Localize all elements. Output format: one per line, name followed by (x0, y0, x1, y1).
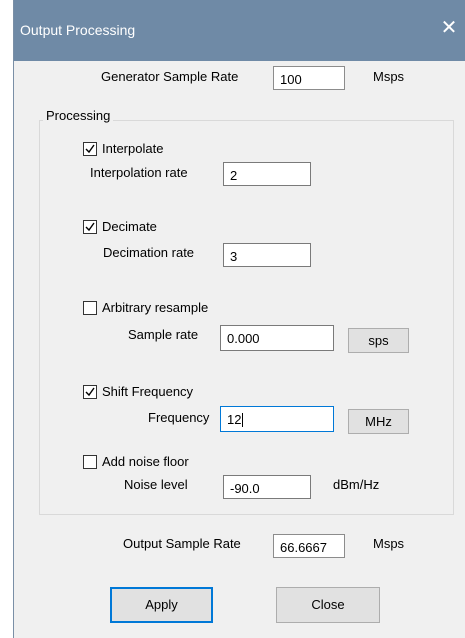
check-icon (85, 144, 95, 154)
title-bar: Output Processing ✕ (14, 0, 465, 61)
processing-group-label: Processing (43, 108, 114, 123)
close-button[interactable]: Close (276, 587, 380, 623)
noise-level-label: Noise level (124, 477, 188, 492)
interpolate-checkbox[interactable] (83, 142, 97, 156)
decimate-label[interactable]: Decimate (102, 219, 157, 234)
sample-rate-field[interactable]: 0.000 (220, 325, 334, 351)
noise-level-field[interactable]: -90.0 (223, 475, 311, 499)
arbitrary-resample-label[interactable]: Arbitrary resample (102, 300, 208, 315)
shift-frequency-label[interactable]: Shift Frequency (102, 384, 193, 399)
apply-button[interactable]: Apply (110, 587, 213, 623)
sps-unit-button[interactable]: sps (348, 328, 409, 353)
output-processing-dialog: Output Processing ✕ Generator Sample Rat… (13, 0, 465, 638)
dialog-title: Output Processing (20, 22, 136, 38)
shift-frequency-checkbox[interactable] (83, 385, 97, 399)
arbitrary-resample-checkbox[interactable] (83, 301, 97, 315)
decimate-checkbox[interactable] (83, 220, 97, 234)
interpolation-rate-label: Interpolation rate (90, 165, 188, 180)
decimation-rate-label: Decimation rate (103, 245, 195, 260)
frequency-value: 12 (227, 412, 242, 427)
check-icon (85, 387, 95, 397)
frequency-label: Frequency (148, 410, 210, 425)
generator-unit-label: Msps (373, 69, 405, 84)
add-noise-floor-checkbox[interactable] (83, 455, 97, 469)
interpolation-rate-field[interactable]: 2 (223, 162, 311, 186)
text-caret (242, 413, 244, 427)
noise-level-unit-label: dBm/Hz (333, 477, 380, 492)
output-sample-rate-field[interactable]: 66.6667 (273, 534, 345, 558)
generator-sample-rate-field[interactable]: 100 (273, 66, 345, 90)
sample-rate-label: Sample rate (128, 327, 199, 342)
close-icon[interactable]: ✕ (437, 16, 461, 40)
add-noise-floor-label[interactable]: Add noise floor (102, 454, 189, 469)
frequency-field[interactable]: 12 (220, 406, 334, 432)
output-unit-label: Msps (373, 536, 405, 551)
generator-sample-rate-label: Generator Sample Rate (101, 69, 239, 84)
mhz-unit-button[interactable]: MHz (348, 409, 409, 434)
interpolate-label[interactable]: Interpolate (102, 141, 163, 156)
check-icon (85, 222, 95, 232)
output-sample-rate-label: Output Sample Rate (123, 536, 241, 551)
decimation-rate-field[interactable]: 3 (223, 243, 311, 267)
